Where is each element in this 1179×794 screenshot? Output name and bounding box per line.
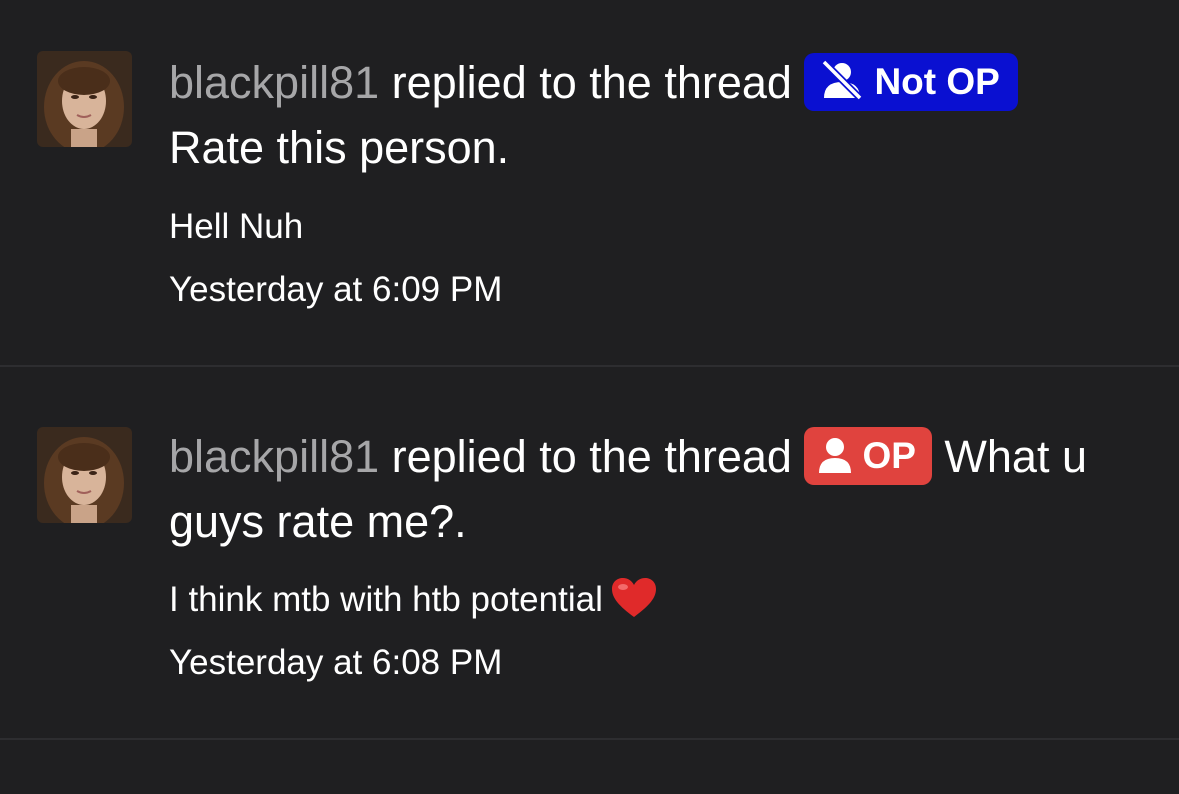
username-link[interactable]: blackpill81 (169, 431, 379, 482)
activity-item[interactable]: blackpill81 replied to the thread OP Wha… (0, 367, 1179, 740)
activity-feed: blackpill81 replied to the thread Not OP… (0, 0, 1179, 794)
reply-snippet: I think mtb with htb potential (169, 577, 1144, 622)
timestamp: Yesterday at 6:09 PM (169, 270, 503, 309)
thread-title-link[interactable]: Rate this person. (169, 122, 509, 173)
timestamp: Yesterday at 6:08 PM (169, 643, 503, 682)
activity-headline: blackpill81 replied to the thread Not OP… (169, 50, 1144, 180)
badge-label: Not OP (874, 61, 1000, 102)
not-op-badge: Not OP (804, 53, 1018, 111)
activity-headline: blackpill81 replied to the thread OP Wha… (169, 424, 1144, 554)
activity-action: replied to the thread (391, 431, 792, 482)
username-link[interactable]: blackpill81 (169, 57, 379, 108)
reply-snippet-text: I think mtb with htb potential (169, 580, 603, 619)
avatar-image (37, 51, 132, 147)
avatar[interactable] (37, 427, 132, 523)
avatar[interactable] (37, 51, 132, 147)
activity-content: blackpill81 replied to the thread OP Wha… (169, 424, 1144, 685)
activity-action: replied to the thread (391, 57, 792, 108)
activity-item[interactable]: blackpill81 replied to the thread Not OP… (0, 0, 1179, 367)
user-slash-icon (821, 60, 863, 100)
heart-emoji (611, 578, 656, 617)
reply-snippet: Hell Nuh (169, 207, 304, 246)
badge-label: OP (862, 435, 916, 476)
avatar-image (37, 427, 132, 523)
user-icon (819, 438, 852, 473)
op-badge: OP (804, 427, 932, 485)
activity-content: blackpill81 replied to the thread Not OP… (169, 50, 1144, 312)
